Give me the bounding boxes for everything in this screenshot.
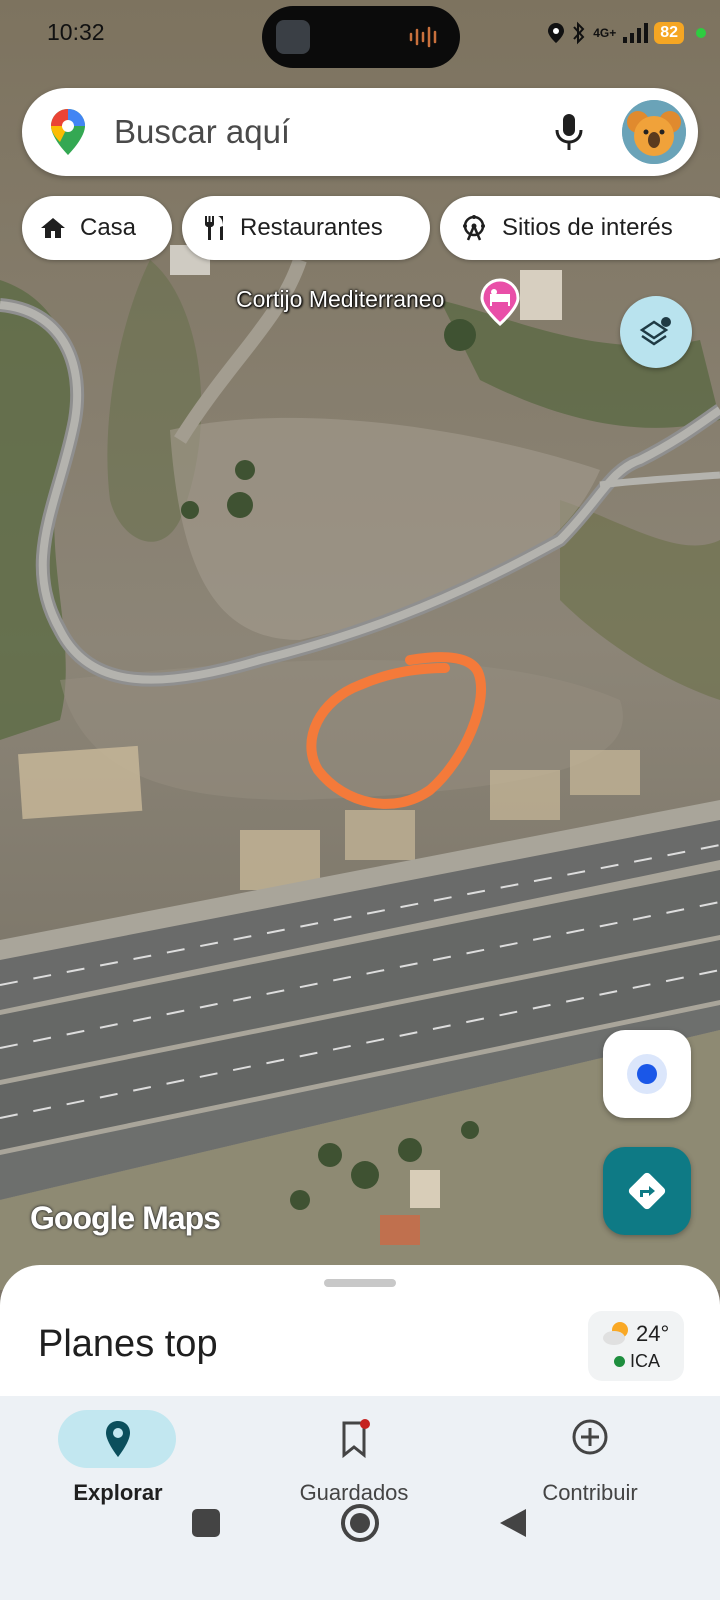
bottom-sheet[interactable]: Planes top 24° ICA (0, 1265, 720, 1405)
air-quality-label: ICA (630, 1351, 661, 1371)
my-location-button[interactable] (603, 1030, 691, 1118)
weather-temperature: 24° (636, 1321, 670, 1346)
directions-button[interactable] (603, 1147, 691, 1235)
add-circle-icon (572, 1419, 608, 1455)
bluetooth-icon (573, 21, 585, 45)
privacy-dot (696, 28, 706, 38)
chip-casa[interactable]: Casa (22, 196, 172, 260)
status-time: 10:32 (47, 19, 105, 45)
aqi-status-dot (614, 1356, 625, 1367)
google-maps-logo-icon (51, 109, 85, 155)
place-label[interactable]: Cortijo Mediterraneo (236, 286, 444, 313)
battery-indicator: 82 (654, 22, 684, 44)
chip-label: Sitios de interés (502, 214, 673, 241)
home-icon (41, 218, 65, 238)
media-thumbnail-icon (276, 20, 310, 54)
back-button[interactable] (500, 1509, 526, 1537)
layers-icon (639, 317, 671, 346)
category-chips: Casa Restaurantes Sitios de interés (22, 196, 720, 262)
location-icon (548, 23, 565, 43)
audio-wave-icon (409, 26, 437, 48)
microphone-icon[interactable] (552, 112, 586, 152)
layers-button[interactable] (620, 296, 692, 368)
avatar[interactable] (622, 100, 686, 164)
chip-label: Restaurantes (240, 214, 383, 241)
location-pin-icon (106, 1421, 130, 1457)
directions-icon (628, 1172, 666, 1210)
signal-icon (623, 23, 649, 43)
restaurant-icon (205, 216, 223, 240)
network-type: 4G+ (593, 26, 617, 40)
chip-label: Casa (80, 214, 137, 241)
recents-button[interactable] (192, 1509, 220, 1537)
partly-cloudy-icon (603, 1322, 628, 1345)
koala-avatar-icon (622, 100, 686, 164)
status-icons: 4G+ 82 (547, 18, 706, 48)
google-maps-watermark: Google Maps (30, 1200, 221, 1236)
sheet-title: Planes top (38, 1323, 218, 1365)
weather-widget[interactable]: 24° ICA (588, 1311, 684, 1381)
hotel-pin-icon[interactable] (480, 278, 520, 326)
home-button[interactable] (341, 1504, 379, 1542)
ferris-wheel-icon (463, 215, 485, 241)
sheet-drag-handle[interactable] (324, 1279, 396, 1287)
search-bar[interactable] (22, 88, 698, 176)
dynamic-island[interactable] (262, 6, 460, 68)
my-location-icon (627, 1054, 667, 1094)
status-bar: 10:32 4G+ 82 (0, 0, 720, 70)
search-input[interactable] (114, 110, 534, 154)
chip-restaurantes[interactable]: Restaurantes (182, 196, 430, 260)
system-navigation-bar (192, 1504, 526, 1542)
bookmark-icon (342, 1419, 370, 1459)
chip-sitios-de-interes[interactable]: Sitios de interés (440, 196, 720, 260)
